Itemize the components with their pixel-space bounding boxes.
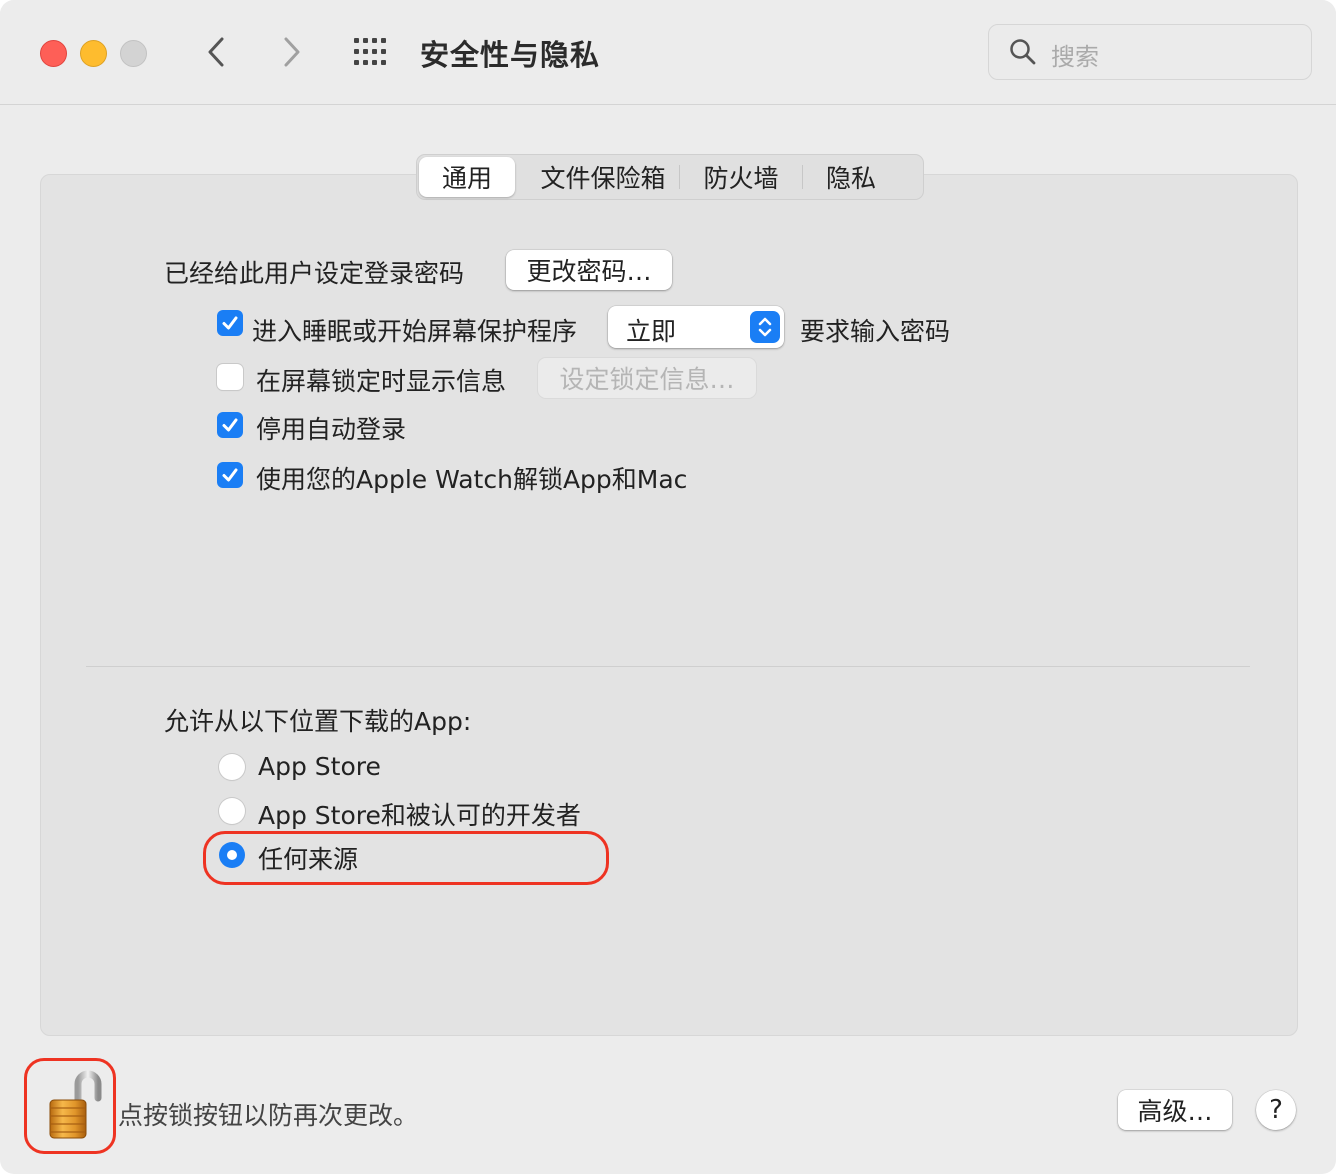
checkmark-icon xyxy=(222,468,238,482)
tab-bar: 通用 文件保险箱 防火墙 隐私 xyxy=(416,154,924,200)
search-field[interactable]: 搜索 xyxy=(988,24,1312,80)
help-button[interactable]: ? xyxy=(1256,1090,1296,1130)
password-set-label: 已经给此用户设定登录密码 xyxy=(164,259,465,288)
chevron-left-icon xyxy=(208,37,224,67)
checkmark-icon xyxy=(222,316,238,330)
tab-firewall[interactable]: 防火墙 xyxy=(680,157,802,197)
tab-general[interactable]: 通用 xyxy=(419,157,515,197)
system-preferences-window: 安全性与隐私 搜索 通用 文件保险箱 防火墙 隐私 已经给此用户设定登录密码 更… xyxy=(0,0,1336,1174)
require-password-checkbox[interactable] xyxy=(217,310,243,336)
radio-app-store-label: App Store xyxy=(258,752,381,781)
show-all-grid-icon[interactable] xyxy=(352,36,392,68)
advanced-button[interactable]: 高级… xyxy=(1118,1090,1232,1130)
search-placeholder: 搜索 xyxy=(1051,43,1099,71)
show-message-label: 在屏幕锁定时显示信息 xyxy=(256,367,507,396)
select-value: 立即 xyxy=(626,317,677,346)
checkmark-icon xyxy=(222,418,238,432)
allow-downloads-heading: 允许从以下位置下载的App: xyxy=(164,707,472,736)
chevron-up-down-icon xyxy=(758,317,772,337)
radio-app-store-identified-label: App Store和被认可的开发者 xyxy=(258,801,581,830)
radio-app-store[interactable] xyxy=(219,754,245,780)
show-message-checkbox[interactable] xyxy=(217,364,243,390)
apple-watch-unlock-label: 使用您的Apple Watch解锁App和Mac xyxy=(256,465,688,494)
annotation-highlight xyxy=(203,831,609,885)
lock-hint-text: 点按锁按钮以防再次更改。 xyxy=(118,1101,419,1130)
title-bar: 安全性与隐私 搜索 xyxy=(0,0,1336,105)
change-password-button[interactable]: 更改密码… xyxy=(506,250,672,290)
minimize-window-button[interactable] xyxy=(80,40,107,67)
zoom-window-button[interactable] xyxy=(120,40,147,67)
disable-auto-login-label: 停用自动登录 xyxy=(256,415,407,444)
require-password-delay-select[interactable]: 立即 xyxy=(608,306,784,348)
section-divider xyxy=(86,666,1250,667)
select-stepper xyxy=(750,311,780,343)
window-title: 安全性与隐私 xyxy=(420,38,601,72)
chevron-right-icon xyxy=(284,37,300,67)
lock-button[interactable] xyxy=(26,1058,114,1152)
search-icon xyxy=(1010,39,1036,65)
apple-watch-unlock-checkbox[interactable] xyxy=(217,462,243,488)
tab-privacy[interactable]: 隐私 xyxy=(803,157,899,197)
disable-auto-login-checkbox[interactable] xyxy=(217,412,243,438)
settings-panel xyxy=(40,174,1298,1036)
require-password-label: 进入睡眠或开始屏幕保护程序 xyxy=(252,317,578,346)
back-button[interactable] xyxy=(196,30,236,74)
close-window-button[interactable] xyxy=(40,40,67,67)
radio-app-store-identified[interactable] xyxy=(219,798,245,824)
require-password-suffix: 要求输入密码 xyxy=(800,317,951,346)
unlocked-padlock-icon xyxy=(49,1070,102,1139)
set-lock-message-button[interactable]: 设定锁定信息… xyxy=(538,358,756,398)
forward-button[interactable] xyxy=(272,30,312,74)
tab-filevault[interactable]: 文件保险箱 xyxy=(527,157,679,197)
